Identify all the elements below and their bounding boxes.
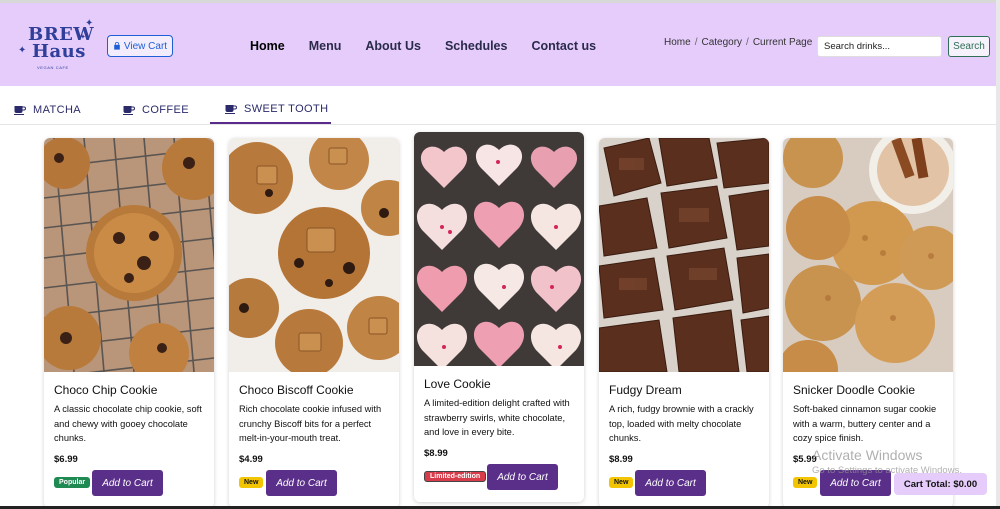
cup-icon <box>123 106 135 115</box>
nav-menu[interactable]: Menu <box>309 39 342 53</box>
product-price: $8.99 <box>424 448 448 459</box>
tab-coffee[interactable]: COFFEE <box>123 96 189 124</box>
nav-home[interactable]: Home <box>250 39 285 53</box>
product-description: A limited-edition delight crafted with s… <box>424 398 570 437</box>
product-name: Choco Biscoff Cookie <box>239 383 354 397</box>
cup-icon <box>225 105 237 114</box>
nav-contact-us[interactable]: Contact us <box>531 39 596 53</box>
status-badge: Limited-edition <box>424 471 487 482</box>
product-card-choco-chip-cookie: Choco Chip Cookie A classic chocolate ch… <box>44 138 214 508</box>
category-tabs: MATCHA COFFEE SWEET TOOTH <box>0 96 1000 125</box>
logo-text-line2: Haus <box>32 41 86 62</box>
add-to-cart-button[interactable]: Add to Cart <box>92 470 163 496</box>
status-badge: Popular <box>54 477 91 488</box>
cup-icon <box>14 106 26 115</box>
tab-sweet-tooth[interactable]: SWEET TOOTH <box>210 96 331 124</box>
cart-total[interactable]: Cart Total: $0.00 <box>894 473 987 495</box>
product-description: Rich chocolate cookie infused with crunc… <box>239 404 382 443</box>
product-description: A rich, fudgy brownie with a crackly top… <box>609 404 754 443</box>
breadcrumb-current-page: Current Page <box>752 37 813 48</box>
add-to-cart-button[interactable]: Add to Cart <box>487 464 558 490</box>
add-to-cart-button[interactable]: Add to Cart <box>266 470 337 496</box>
main-nav: Home Menu About Us Schedules Contact us <box>250 39 620 53</box>
status-badge: New <box>793 477 818 488</box>
snicker-doodle-cookie-image <box>783 138 953 372</box>
search-input[interactable] <box>817 36 942 57</box>
view-cart-button[interactable]: View Cart <box>107 35 173 57</box>
fudgy-dream-image <box>599 138 769 372</box>
shopping-bag-icon <box>114 42 120 50</box>
search-button[interactable]: Search <box>948 36 990 57</box>
scrollbar-track[interactable] <box>996 0 1000 509</box>
product-name: Snicker Doodle Cookie <box>793 383 916 397</box>
breadcrumb-home[interactable]: Home <box>664 37 691 48</box>
tab-coffee-label: COFFEE <box>142 104 190 116</box>
product-description: A classic chocolate chip cookie, soft an… <box>54 404 202 443</box>
breadcrumb-category[interactable]: Category <box>701 37 742 48</box>
product-name: Fudgy Dream <box>609 383 682 397</box>
sparkle-icon: ✦ <box>18 45 27 56</box>
breadcrumb: Home / Category / Current Page <box>664 37 812 48</box>
tab-sweet-tooth-label: SWEET TOOTH <box>244 103 329 115</box>
tab-matcha-label: MATCHA <box>33 104 82 116</box>
view-cart-label: View Cart <box>123 40 168 52</box>
nav-schedules[interactable]: Schedules <box>445 39 508 53</box>
breadcrumb-separator: / <box>694 37 698 48</box>
logo-tagline: VEGAN CAFE <box>37 65 69 70</box>
windows-activation-watermark: Activate Windows Go to Settings to activ… <box>812 447 962 476</box>
product-card-love-cookie: Love Cookie A limited-edition delight cr… <box>414 132 584 502</box>
site-header: ✦ ✦ ✦ BREW Haus VEGAN CAFE View Cart Hom… <box>0 0 1000 86</box>
choco-biscoff-cookie-image <box>229 138 399 372</box>
status-badge: New <box>239 477 264 488</box>
product-price: $8.99 <box>609 454 633 465</box>
watermark-title: Activate Windows <box>812 447 923 463</box>
product-card-fudgy-dream: Fudgy Dream A rich, fudgy brownie with a… <box>599 138 769 508</box>
product-name: Love Cookie <box>424 377 491 391</box>
breadcrumb-separator: / <box>746 37 749 48</box>
tab-matcha[interactable]: MATCHA <box>14 96 81 124</box>
choco-chip-cookie-image <box>44 138 214 372</box>
status-badge: New <box>609 477 634 488</box>
brew-haus-logo[interactable]: ✦ ✦ ✦ BREW Haus VEGAN CAFE <box>12 13 94 75</box>
product-price: $6.99 <box>54 454 78 465</box>
product-price: $4.99 <box>239 454 263 465</box>
product-card-choco-biscoff-cookie: Choco Biscoff Cookie Rich chocolate cook… <box>229 138 399 508</box>
love-cookie-image <box>414 132 584 366</box>
product-description: Soft-baked cinnamon sugar cookie with a … <box>793 404 937 443</box>
product-name: Choco Chip Cookie <box>54 383 158 397</box>
nav-about-us[interactable]: About Us <box>365 39 421 53</box>
add-to-cart-button[interactable]: Add to Cart <box>635 470 706 496</box>
